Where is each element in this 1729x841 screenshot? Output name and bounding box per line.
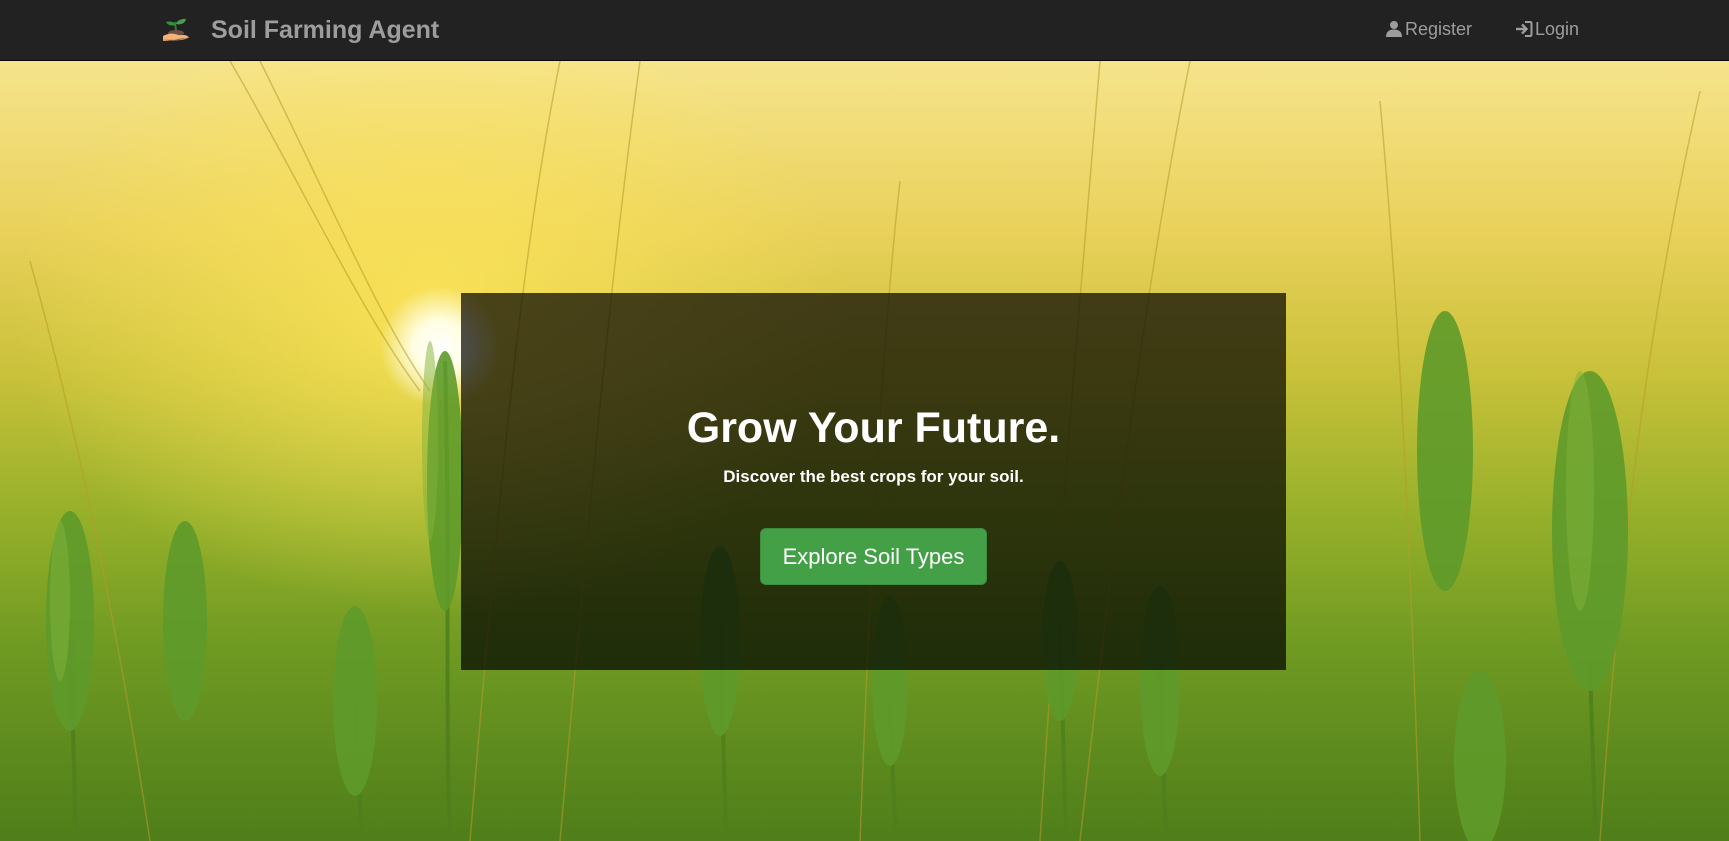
user-icon [1386, 21, 1402, 37]
hero-overlay-panel: Grow Your Future. Discover the best crop… [461, 293, 1286, 670]
hero-title: Grow Your Future. [686, 404, 1061, 452]
login-label: Login [1535, 18, 1580, 39]
hero-subtitle: Discover the best crops for your soil. [723, 467, 1024, 486]
hero-section: Grow Your Future. Discover the best crop… [0, 61, 1729, 841]
explore-soil-types-button[interactable]: Explore Soil Types [760, 528, 987, 585]
register-link[interactable]: Register [1385, 17, 1472, 41]
brand-name: Soil Farming Agent [211, 15, 440, 44]
navbar: Soil Farming Agent Register Login [0, 0, 1729, 61]
register-label: Register [1405, 18, 1473, 39]
sign-in-icon [1516, 21, 1533, 37]
sprout-in-hand-icon [163, 18, 190, 41]
login-link[interactable]: Login [1515, 17, 1579, 41]
brand-link[interactable]: Soil Farming Agent [160, 14, 439, 46]
